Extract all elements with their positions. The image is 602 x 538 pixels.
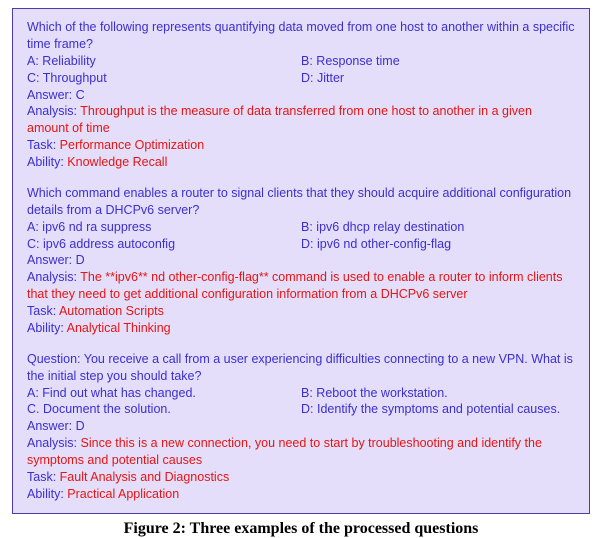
option-b: B: ipv6 dhcp relay destination (301, 219, 575, 236)
ability-label: Ability: (27, 321, 67, 335)
task-text: Fault Analysis and Diagnostics (60, 470, 230, 484)
analysis-line: Analysis: The **ipv6** nd other-config-f… (27, 269, 575, 303)
answer-value: D (76, 419, 85, 433)
prompt-text: You receive a call from a user experienc… (27, 352, 573, 383)
opt-label: D: (301, 71, 317, 85)
analysis-label: Analysis: (27, 104, 80, 118)
question-block: Question: You receive a call from a user… (27, 351, 575, 503)
question-prompt: Which of the following represents quanti… (27, 19, 575, 53)
opt-label: A: (27, 54, 42, 68)
opt-label: C. (27, 402, 43, 416)
opt-label: D: (301, 237, 317, 251)
prompt-text: Which command enables a router to signal… (27, 186, 571, 217)
task-text: Automation Scripts (59, 304, 164, 318)
opt-label: A: (27, 220, 42, 234)
question-block: Which command enables a router to signal… (27, 185, 575, 337)
answer-value: C (76, 88, 85, 102)
option-d: D: Identify the symptoms and potential c… (301, 401, 575, 418)
task-label: Task: (27, 304, 59, 318)
opt-text: Identify the symptoms and potential caus… (317, 402, 560, 416)
option-c: C: ipv6 address autoconfig (27, 236, 301, 253)
ability-line: Ability: Knowledge Recall (27, 154, 575, 171)
answer-label: Answer: (27, 88, 76, 102)
answer-value: D (76, 253, 85, 267)
opt-text: Reliability (42, 54, 96, 68)
option-d: D: Jitter (301, 70, 575, 87)
task-line: Task: Fault Analysis and Diagnostics (27, 469, 575, 486)
task-label: Task: (27, 470, 60, 484)
answer-line: Answer: D (27, 418, 575, 435)
option-a: A: Reliability (27, 53, 301, 70)
opt-text: Document the solution. (43, 402, 171, 416)
task-line: Task: Automation Scripts (27, 303, 575, 320)
ability-text: Knowledge Recall (67, 155, 167, 169)
ability-text: Analytical Thinking (67, 321, 171, 335)
opt-text: ipv6 nd other-config-flag (317, 237, 451, 251)
opt-label: B: (301, 54, 316, 68)
option-a: A: ipv6 nd ra suppress (27, 219, 301, 236)
analysis-text: Throughput is the measure of data transf… (27, 104, 532, 135)
opt-label: C: (27, 71, 43, 85)
ability-label: Ability: (27, 155, 67, 169)
task-line: Task: Performance Optimization (27, 137, 575, 154)
question-block: Which of the following represents quanti… (27, 19, 575, 171)
analysis-line: Analysis: Throughput is the measure of d… (27, 103, 575, 137)
analysis-line: Analysis: Since this is a new connection… (27, 435, 575, 469)
option-c: C. Document the solution. (27, 401, 301, 418)
answer-label: Answer: (27, 419, 76, 433)
opt-text: Reboot the workstation. (316, 386, 447, 400)
option-b: B: Reboot the workstation. (301, 385, 575, 402)
prompt-prefix: Question: (27, 352, 84, 366)
opt-label: B: (301, 386, 316, 400)
analysis-label: Analysis: (27, 270, 80, 284)
ability-label: Ability: (27, 487, 67, 501)
figure-caption: Figure 2: Three examples of the processe… (12, 520, 590, 538)
opt-text: ipv6 address autoconfig (43, 237, 175, 251)
examples-panel: Which of the following represents quanti… (12, 8, 590, 514)
answer-line: Answer: C (27, 87, 575, 104)
opt-text: ipv6 dhcp relay destination (316, 220, 464, 234)
opt-text: Find out what has changed. (42, 386, 196, 400)
opt-label: D: (301, 402, 317, 416)
option-c: C: Throughput (27, 70, 301, 87)
option-b: B: Response time (301, 53, 575, 70)
option-a: A: Find out what has changed. (27, 385, 301, 402)
ability-text: Practical Application (67, 487, 179, 501)
answer-line: Answer: D (27, 252, 575, 269)
opt-text: Throughput (43, 71, 107, 85)
prompt-text: Which of the following represents quanti… (27, 20, 575, 51)
opt-label: B: (301, 220, 316, 234)
question-prompt: Which command enables a router to signal… (27, 185, 575, 219)
option-d: D: ipv6 nd other-config-flag (301, 236, 575, 253)
task-text: Performance Optimization (60, 138, 205, 152)
answer-label: Answer: (27, 253, 76, 267)
opt-label: A: (27, 386, 42, 400)
task-label: Task: (27, 138, 60, 152)
opt-text: Jitter (317, 71, 344, 85)
analysis-text: Since this is a new connection, you need… (27, 436, 542, 467)
analysis-text: The **ipv6** nd other-config-flag** comm… (27, 270, 562, 301)
opt-label: C: (27, 237, 43, 251)
ability-line: Ability: Practical Application (27, 486, 575, 503)
ability-line: Ability: Analytical Thinking (27, 320, 575, 337)
question-prompt: Question: You receive a call from a user… (27, 351, 575, 385)
opt-text: ipv6 nd ra suppress (42, 220, 151, 234)
opt-text: Response time (316, 54, 399, 68)
analysis-label: Analysis: (27, 436, 81, 450)
